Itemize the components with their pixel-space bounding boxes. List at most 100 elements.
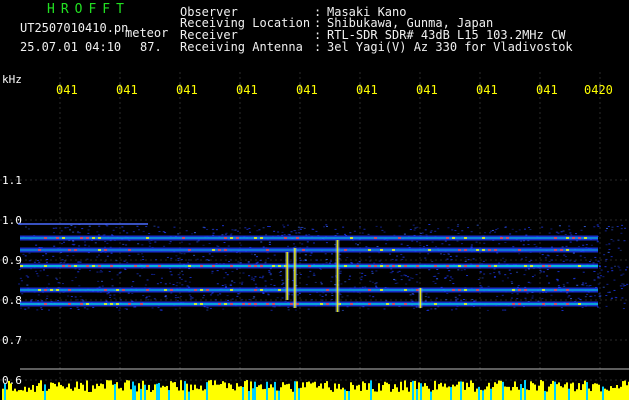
noise-speckle: [424, 258, 426, 259]
carrier-hotspot: [254, 265, 257, 267]
noise-speckle: [46, 259, 48, 260]
noise-speckle: [167, 257, 169, 258]
noise-speckle: [61, 230, 63, 231]
noise-speckle: [603, 287, 605, 288]
noise-speckle: [562, 246, 564, 247]
noise-speckle: [608, 249, 610, 250]
noise-speckle: [291, 231, 293, 232]
noise-speckle: [197, 259, 199, 260]
noise-speckle: [147, 279, 149, 280]
carrier-hotspot: [452, 237, 455, 239]
noise-speckle: [419, 245, 421, 246]
noise-speckle: [573, 253, 575, 254]
noise-speckle: [563, 231, 565, 232]
level-bar: [332, 392, 334, 400]
carrier-hotspot: [482, 249, 485, 251]
level-bar: [390, 392, 392, 400]
level-bar: [314, 382, 316, 400]
noise-speckle: [259, 277, 261, 278]
carrier-hotspot: [380, 289, 383, 291]
level-bar: [572, 383, 574, 400]
noise-speckle: [79, 269, 81, 270]
noise-speckle: [558, 285, 560, 286]
noise-speckle: [62, 283, 64, 284]
noise-speckle: [282, 225, 284, 226]
noise-speckle: [227, 300, 229, 301]
noise-speckle: [621, 283, 623, 284]
level-bar: [270, 384, 272, 400]
noise-speckle: [619, 270, 621, 271]
noise-speckle: [52, 256, 54, 257]
level-bar: [272, 387, 274, 400]
noise-speckle: [107, 256, 109, 257]
carrier-hotspot: [200, 303, 203, 305]
noise-speckle: [217, 270, 219, 271]
carrier-hotspot: [80, 303, 83, 305]
carrier-hotspot: [554, 303, 557, 305]
noise-speckle: [401, 259, 403, 260]
noise-speckle: [509, 270, 511, 271]
noise-speckle: [104, 261, 106, 262]
noise-speckle: [153, 274, 155, 275]
noise-speckle: [109, 271, 111, 272]
noise-speckle: [211, 293, 213, 294]
noise-speckle: [480, 271, 482, 272]
level-bar: [186, 384, 188, 400]
noise-speckle: [210, 308, 212, 309]
noise-speckle: [237, 231, 239, 232]
level-bar: [144, 385, 146, 400]
carrier-hotspot: [134, 265, 137, 267]
noise-speckle: [512, 229, 514, 230]
level-bar: [50, 382, 52, 400]
level-bar: [258, 385, 260, 400]
noise-speckle: [405, 284, 407, 285]
noise-speckle: [578, 246, 580, 247]
noise-speckle: [104, 234, 106, 235]
level-bar: [100, 384, 102, 400]
noise-speckle: [369, 281, 371, 282]
level-bar: [128, 380, 130, 400]
level-bar: [580, 390, 582, 400]
noise-speckle: [545, 257, 547, 258]
noise-speckle: [262, 276, 264, 277]
level-bar: [424, 383, 426, 400]
noise-speckle: [188, 259, 190, 260]
noise-speckle: [117, 274, 119, 275]
noise-speckle: [360, 279, 362, 280]
noise-speckle: [154, 242, 156, 243]
level-bar: [472, 383, 474, 400]
noise-speckle: [72, 232, 74, 233]
noise-speckle: [375, 270, 377, 271]
noise-speckle: [310, 255, 312, 256]
level-bar: [498, 381, 500, 400]
noise-speckle: [175, 295, 177, 296]
noise-speckle: [589, 296, 591, 297]
noise-speckle: [256, 230, 258, 231]
noise-speckle: [225, 234, 227, 235]
carrier-hotspot: [236, 237, 239, 239]
noise-speckle: [125, 244, 127, 245]
noise-speckle: [450, 256, 452, 257]
noise-speckle: [165, 283, 167, 284]
noise-speckle: [279, 272, 281, 273]
noise-speckle: [267, 226, 269, 227]
noise-speckle: [483, 261, 485, 262]
noise-speckle: [480, 285, 482, 286]
carrier-hotspot: [284, 237, 287, 239]
noise-speckle: [231, 281, 233, 282]
noise-speckle: [254, 225, 256, 226]
noise-speckle: [21, 280, 23, 281]
noise-speckle: [261, 277, 263, 278]
level-bar: [362, 381, 364, 400]
noise-speckle: [106, 225, 108, 226]
level-bar: [158, 383, 160, 400]
noise-speckle: [165, 296, 167, 297]
noise-speckle: [35, 245, 37, 246]
level-bar: [496, 384, 498, 400]
noise-speckle: [175, 255, 177, 256]
noise-speckle: [331, 293, 333, 294]
carrier-hotspot: [494, 249, 497, 251]
level-bar: [82, 385, 84, 400]
noise-speckle: [37, 260, 39, 261]
noise-speckle: [226, 233, 228, 234]
